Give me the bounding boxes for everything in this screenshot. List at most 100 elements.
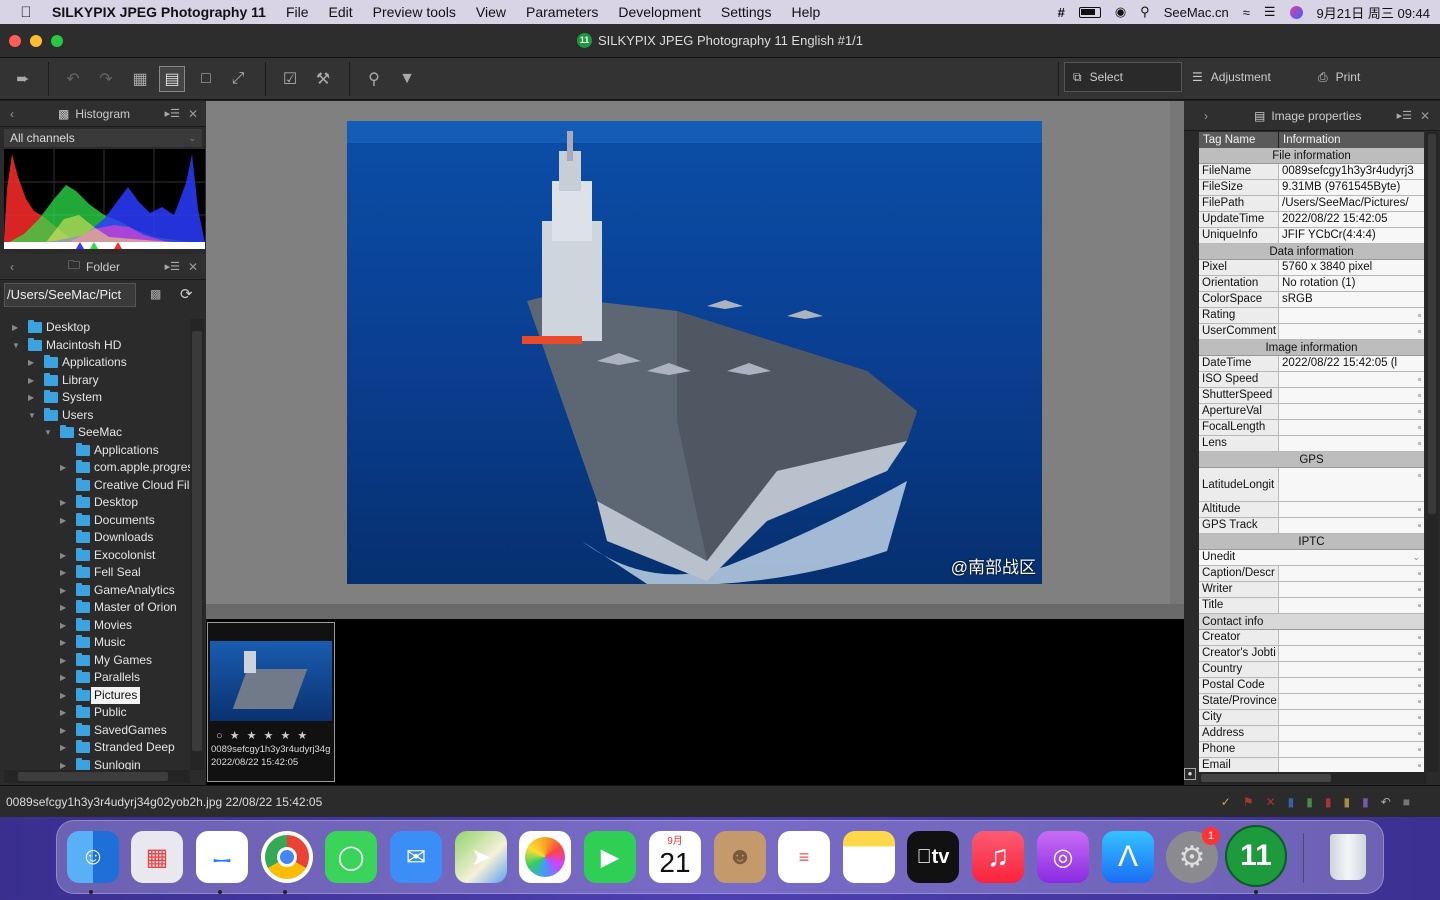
contacts-icon[interactable]: ☻ — [714, 831, 766, 883]
disclosure-collapsed-icon[interactable]: ▶ — [12, 319, 18, 337]
close-window-button[interactable] — [9, 35, 21, 47]
property-row[interactable]: FocalLength — [1199, 420, 1424, 436]
previous-image-icon[interactable]: ↶ — [60, 66, 86, 92]
property-row[interactable]: FileName 0089sefcgy1h3y3r4udyrj3 — [1199, 164, 1424, 180]
property-row[interactable]: Altitude — [1199, 502, 1424, 518]
property-value[interactable] — [1279, 662, 1424, 677]
property-value[interactable] — [1279, 646, 1424, 661]
property-value[interactable] — [1279, 678, 1424, 693]
folder-tree-item[interactable]: ▶ com.apple.progres — [0, 459, 190, 477]
wifi-icon[interactable]: ≈ — [1243, 5, 1250, 20]
property-row[interactable]: Postal Code — [1199, 678, 1424, 694]
property-row[interactable]: Writer — [1199, 582, 1424, 598]
panel-menu-icon[interactable]: ▸☰ — [165, 107, 180, 120]
property-row[interactable]: Lens — [1199, 436, 1424, 452]
filter-icon[interactable]: ▼ — [394, 66, 420, 92]
property-row[interactable]: Rating — [1199, 308, 1424, 324]
disclosure-collapsed-icon[interactable]: ▶ — [60, 547, 66, 565]
menu-help[interactable]: Help — [791, 4, 820, 20]
trash-icon[interactable] — [1322, 831, 1374, 883]
properties-subsection-header[interactable]: Contact info — [1199, 614, 1424, 630]
label-blue-icon[interactable]: ▮ — [1288, 786, 1295, 818]
property-row[interactable]: Phone — [1199, 742, 1424, 758]
adjustment-tab[interactable]: ☰ Adjustment — [1192, 62, 1271, 92]
grammarly-icon[interactable]: ◉ — [1115, 4, 1126, 20]
disclosure-expanded-icon[interactable]: ▼ — [28, 407, 36, 425]
property-row[interactable]: Orientation No rotation (1) — [1199, 276, 1424, 292]
disclosure-collapsed-icon[interactable]: ▶ — [60, 757, 66, 771]
preview-vscrollbar[interactable] — [1170, 101, 1184, 604]
safari-icon[interactable]: ⧿ — [196, 831, 248, 883]
folder-tree-item[interactable]: ▶ Pictures — [0, 686, 190, 704]
folder-tree-item[interactable]: ▶ SavedGames — [0, 722, 190, 740]
thumbnail-rating[interactable]: ○ ★ ★ ★ ★ ★ — [216, 729, 309, 742]
select-tab[interactable]: ⧉ Select — [1064, 62, 1182, 92]
disclosure-collapsed-icon[interactable]: ▶ — [60, 739, 66, 757]
menu-view[interactable]: View — [476, 4, 506, 20]
property-value[interactable] — [1279, 468, 1424, 501]
label-purple-icon[interactable]: ▮ — [1362, 786, 1369, 818]
property-row[interactable]: FilePath/Users/SeeMac/Pictures/ — [1199, 196, 1424, 212]
property-value[interactable] — [1279, 324, 1424, 339]
control-center-icon[interactable]: ☰ — [1264, 4, 1276, 20]
siri-icon[interactable] — [1289, 5, 1303, 19]
zoom-tool-icon[interactable]: ⚲ — [361, 66, 387, 92]
property-row[interactable]: GPS Track — [1199, 518, 1424, 534]
property-value[interactable] — [1279, 308, 1424, 323]
accept-icon[interactable]: ✓ — [1221, 786, 1231, 818]
refresh-icon[interactable]: ⟳ — [180, 285, 193, 303]
appstore-icon[interactable]: Λ — [1102, 831, 1154, 883]
folder-tree-hscrollbar[interactable] — [4, 770, 190, 783]
property-value[interactable] — [1279, 404, 1424, 419]
flag-icon[interactable]: ⚑ — [1243, 786, 1254, 818]
zoom-window-button[interactable] — [51, 35, 63, 47]
properties-vscrollbar[interactable] — [1426, 132, 1438, 772]
folder-tree-item[interactable]: ▶ Documents — [0, 512, 190, 530]
disclosure-collapsed-icon[interactable]: ▶ — [60, 459, 66, 477]
property-value[interactable] — [1279, 582, 1424, 597]
disclosure-collapsed-icon[interactable]: ▶ — [60, 617, 66, 635]
messages-icon[interactable]: ◯ — [325, 831, 377, 883]
label-yellow-icon[interactable]: ▮ — [1343, 786, 1350, 818]
music-icon[interactable]: ♫ — [972, 831, 1024, 883]
chevron-down-icon[interactable]: ⌄ — [1412, 550, 1420, 565]
property-row[interactable]: ISO Speed — [1199, 372, 1424, 388]
disclosure-collapsed-icon[interactable]: ▶ — [60, 512, 66, 530]
next-image-icon[interactable]: ↷ — [93, 66, 119, 92]
property-row[interactable]: UserComment — [1199, 324, 1424, 340]
image-preview[interactable]: @南部战区 — [347, 121, 1042, 584]
facetime-icon[interactable]: ▶ — [584, 831, 636, 883]
disclosure-collapsed-icon[interactable]: ▶ — [60, 494, 66, 512]
property-row[interactable]: State/Province — [1199, 694, 1424, 710]
maps-icon[interactable]: ➤ — [455, 831, 507, 883]
disclosure-collapsed-icon[interactable]: ▶ — [60, 722, 66, 740]
folder-tree-item[interactable]: ▼ SeeMac — [0, 424, 190, 442]
panel-menu-icon[interactable]: ▸☰ — [1397, 109, 1412, 122]
folder-tree-item[interactable]: ▶ Library — [0, 372, 190, 390]
property-value[interactable] — [1279, 742, 1424, 757]
folder-tree-item[interactable]: ▶ Sunlogin — [0, 757, 190, 771]
check-mark-icon[interactable]: ☑ — [277, 66, 303, 92]
property-row[interactable]: Caption/Descr — [1199, 566, 1424, 582]
spotlight-search-icon[interactable]: ⚲ — [1140, 4, 1150, 20]
folder-tree-item[interactable]: ▶ Applications — [0, 354, 190, 372]
launchpad-icon[interactable]: ▦ — [131, 831, 183, 883]
disclosure-collapsed-icon[interactable]: ▶ — [60, 704, 66, 722]
menu-file[interactable]: File — [286, 4, 309, 20]
thumbnail-item[interactable]: ○ ★ ★ ★ ★ ★ 0089sefcgy1h3y3r4udyrj34g 20… — [207, 622, 335, 782]
folder-path-field[interactable]: /Users/SeeMac/Pict — [4, 283, 136, 307]
new-folder-icon[interactable]: ▩ — [150, 287, 161, 301]
property-row[interactable]: LatitudeLongit — [1199, 468, 1424, 502]
property-value[interactable]: ⌄ — [1407, 550, 1424, 565]
property-value[interactable] — [1279, 710, 1424, 725]
calendar-icon[interactable]: 9月 21 — [649, 831, 701, 883]
property-value[interactable] — [1279, 630, 1424, 645]
menu-edit[interactable]: Edit — [329, 4, 353, 20]
folder-tree-item[interactable]: ▶ Desktop — [0, 319, 190, 337]
undo-icon[interactable]: ↶ — [1381, 786, 1391, 818]
folder-tree-item[interactable]: ▶ Movies — [0, 617, 190, 635]
property-row[interactable]: UpdateTime 2022/08/22 15:42:05 — [1199, 212, 1424, 228]
battery-icon[interactable] — [1078, 6, 1101, 18]
folder-tree-item[interactable]: Creative Cloud File — [0, 477, 190, 495]
property-row[interactable]: Creator — [1199, 630, 1424, 646]
